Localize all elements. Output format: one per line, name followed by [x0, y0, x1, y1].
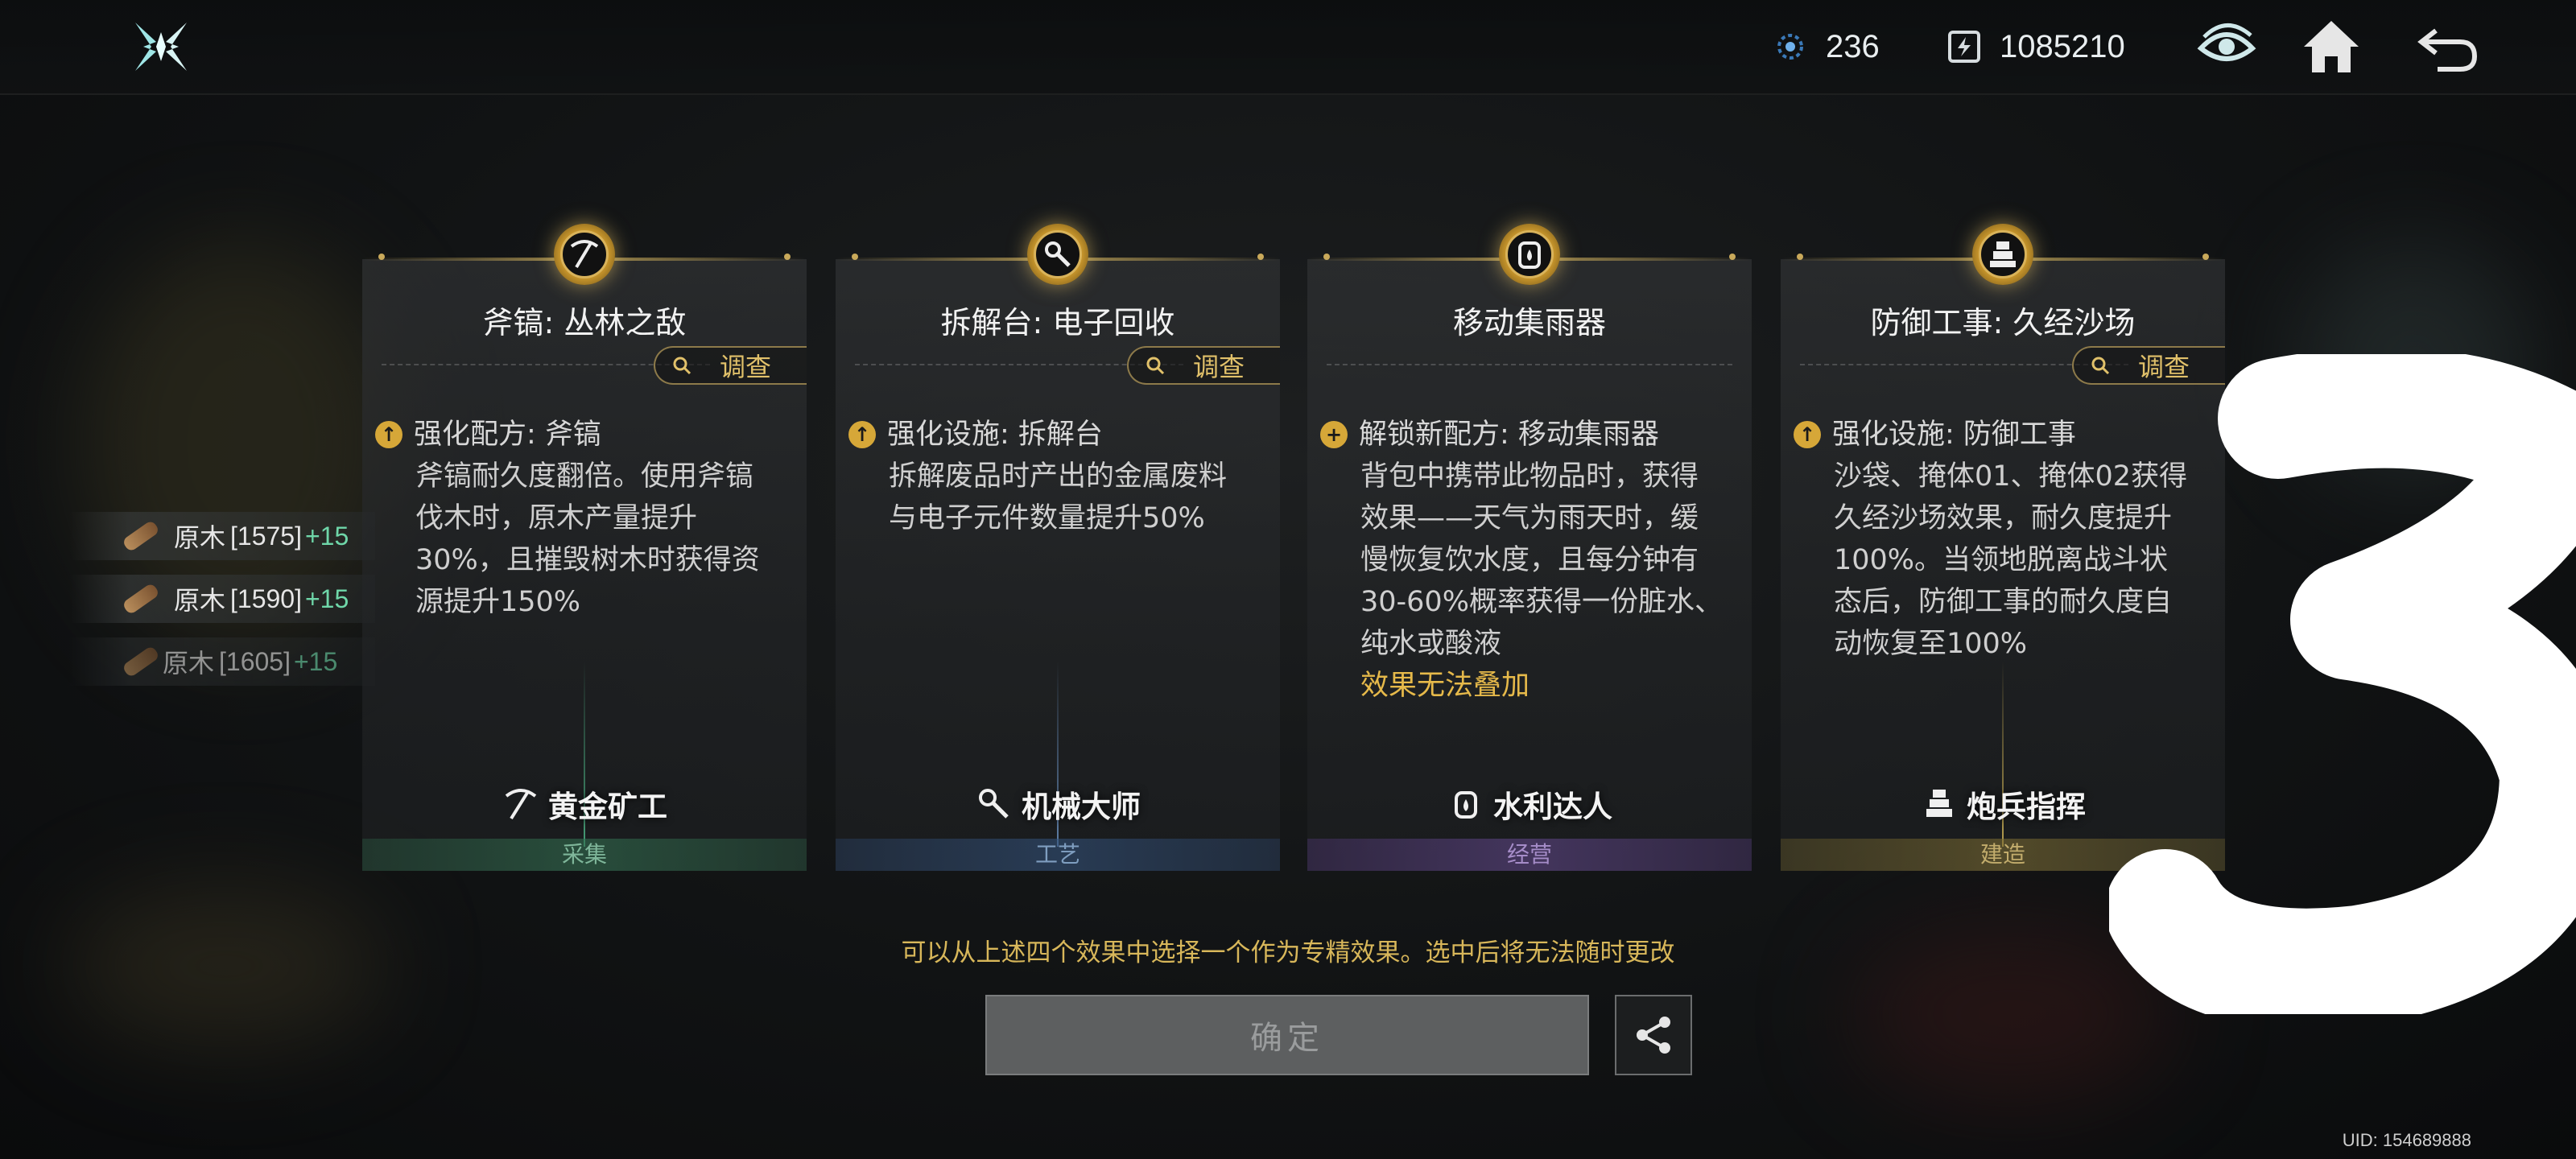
eye-button[interactable]	[2193, 13, 2260, 80]
wood-log-icon	[121, 582, 161, 616]
unlock-plus-icon: +	[1320, 421, 1348, 448]
card-description: ↑ 强化设施: 拆解台 拆解废品时产出的金属废料与电子元件数量提升50%	[848, 414, 1251, 539]
confirm-button[interactable]: 确定	[985, 995, 1589, 1075]
card-title: 斧镐: 丛林之敌	[482, 305, 687, 340]
game-logo-icon[interactable]	[129, 14, 193, 79]
role-label: 水利达人	[1307, 782, 1752, 826]
rain-collector-badge-icon	[1499, 224, 1560, 285]
share-button[interactable]	[1615, 995, 1692, 1075]
energy-crystal-icon	[1777, 34, 1803, 60]
eye-icon	[2197, 23, 2256, 61]
card-title: 拆解台: 电子回收	[940, 305, 1175, 340]
role-label: 黄金矿工	[362, 782, 807, 826]
home-button[interactable]	[2297, 13, 2365, 80]
search-icon	[1146, 357, 1165, 375]
water-bottle-icon	[1455, 791, 1477, 819]
specialization-card[interactable]: 移动集雨器 + 解锁新配方: 移动集雨器 背包中携带此物品时，获得效果——天气为雨…	[1307, 224, 1752, 871]
handwritten-three-mark	[2109, 354, 2576, 1014]
specialization-card[interactable]: 拆解台: 电子回收 调查 ↑ 强化设施: 拆解台 拆解废品时产出的金属废料与电子元…	[836, 224, 1280, 871]
wood-log-icon	[121, 645, 161, 678]
energy-resource: 236	[1771, 24, 1880, 69]
category-label: 经营	[1307, 839, 1752, 871]
category-label: 工艺	[836, 839, 1280, 871]
upgrade-icon: ↑	[1794, 421, 1821, 448]
energy-value: 236	[1826, 28, 1880, 64]
role-label: 机械大师	[836, 782, 1280, 826]
pickaxe-icon	[505, 789, 537, 820]
side-resource-row: 原木 [1575] +15	[69, 512, 375, 560]
currency-chip-icon	[1948, 31, 1980, 63]
side-resource-row: 原木 [1605] +15	[69, 637, 375, 686]
upgrade-icon: ↑	[375, 421, 402, 448]
card-description: ↑ 强化配方: 斧镐 斧镐耐久度翻倍。使用斧镐伐木时，原木产量提升30%，且摧毁树…	[375, 414, 778, 623]
category-label: 采集	[362, 839, 807, 871]
wood-log-icon	[121, 519, 161, 553]
back-button[interactable]	[2413, 13, 2481, 80]
top-bar: 236 1085210	[0, 0, 2576, 95]
artillery-icon	[1926, 790, 1952, 817]
upgrade-icon: ↑	[848, 421, 876, 448]
user-id: UID: 154689888	[2342, 1130, 2471, 1150]
side-resource-row: 原木 [1590] +15	[69, 575, 375, 623]
search-icon	[2091, 357, 2110, 375]
specialization-card[interactable]: 斧镐: 丛林之敌 调查 ↑ 强化配方: 斧镐 斧镐耐久度翻倍。使用斧镐伐木时，原木…	[362, 224, 807, 871]
disassembly-badge-icon	[1027, 224, 1088, 285]
home-icon	[2304, 21, 2359, 72]
inspect-button[interactable]: 调查	[1127, 346, 1280, 385]
card-title: 防御工事: 久经沙场	[1870, 305, 2136, 340]
wrench-icon	[979, 789, 1009, 819]
share-icon	[1637, 1017, 1670, 1054]
currency-resource: 1085210	[1945, 24, 2125, 69]
card-title: 移动集雨器	[1452, 305, 1606, 340]
currency-value: 1085210	[2000, 28, 2125, 64]
pickaxe-badge-icon	[554, 224, 615, 285]
fortification-badge-icon	[1972, 224, 2033, 285]
inspect-button[interactable]: 调查	[654, 346, 807, 385]
card-description: + 解锁新配方: 移动集雨器 背包中携带此物品时，获得效果——天气为雨天时，缓慢恢…	[1320, 414, 1723, 707]
search-icon	[673, 357, 691, 375]
back-icon	[2417, 28, 2478, 72]
warning-text: 效果无法叠加	[1360, 670, 1530, 702]
